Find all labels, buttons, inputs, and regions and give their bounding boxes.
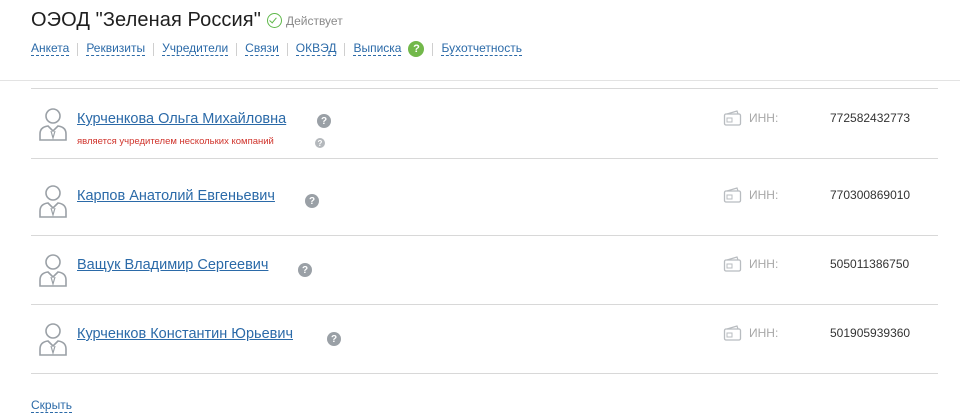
founder-note: является учредителем нескольких компаний <box>77 136 274 147</box>
nav-vypiska[interactable]: Выписка <box>353 42 402 56</box>
founder-name-link[interactable]: Курченков Константин Юрьевич <box>77 326 293 342</box>
list-top-divider <box>31 88 938 89</box>
help-icon[interactable]: ? <box>327 332 341 346</box>
status-text: Действует <box>285 13 343 28</box>
person-icon <box>39 185 67 218</box>
nav-uchrediteli[interactable]: Учредители <box>162 42 229 56</box>
nav-buhotchetnost[interactable]: Бухотчетность <box>441 42 522 56</box>
nav-rekvizity[interactable]: Реквизиты <box>86 42 146 56</box>
help-icon[interactable]: ? <box>315 138 325 148</box>
list-item: Ващук Владимир Сергеевич ? ИНН: 50501138… <box>31 236 938 305</box>
inn-label: ИНН: <box>749 257 779 271</box>
help-icon[interactable]: ? <box>305 194 319 208</box>
nav-divider <box>432 42 434 56</box>
nav-divider <box>153 42 155 56</box>
company-title: ОЭОД "Зеленая Россия" <box>31 8 261 31</box>
id-card-icon <box>723 256 742 272</box>
inn-value: 501905939360 <box>830 326 911 340</box>
person-icon <box>39 108 67 141</box>
founder-name-link[interactable]: Ващук Владимир Сергеевич <box>77 257 268 273</box>
inn-label: ИНН: <box>749 326 779 340</box>
id-card-icon <box>723 325 742 341</box>
nav-anketa[interactable]: Анкета <box>31 42 70 56</box>
nav-svyazi[interactable]: Связи <box>245 42 279 56</box>
person-icon <box>39 323 67 356</box>
person-icon <box>39 254 67 287</box>
status-badge: Действует <box>266 13 343 28</box>
nav-divider <box>344 42 346 56</box>
id-card-icon <box>723 187 742 203</box>
list-item: Курченкова Ольга Михайловна ? является у… <box>31 90 938 159</box>
header-divider <box>0 80 960 81</box>
check-circle-icon <box>266 13 282 28</box>
inn-label: ИНН: <box>749 188 779 202</box>
founder-name-link[interactable]: Карпов Анатолий Евгеньевич <box>77 188 275 204</box>
nav-divider <box>77 42 79 56</box>
page-header: ОЭОД "Зеленая Россия" Действует <box>31 6 343 34</box>
list-item: Карпов Анатолий Евгеньевич ? ИНН: 770300… <box>31 167 938 236</box>
nav-divider <box>286 42 288 56</box>
inn-value: 770300869010 <box>830 188 911 202</box>
inn-value: 772582432773 <box>830 111 911 125</box>
section-nav: Анкета Реквизиты Учредители Связи ОКВЭД … <box>31 41 522 57</box>
inn-value: 505011386750 <box>830 257 910 271</box>
inn-label: ИНН: <box>749 111 779 125</box>
nav-divider <box>236 42 238 56</box>
help-icon[interactable]: ? <box>408 41 425 57</box>
nav-okved[interactable]: ОКВЭД <box>295 42 337 56</box>
id-card-icon <box>723 110 742 126</box>
help-icon[interactable]: ? <box>317 114 331 128</box>
help-icon[interactable]: ? <box>298 263 312 277</box>
list-item: Курченков Константин Юрьевич ? ИНН: 5019… <box>31 305 938 374</box>
founder-name-link[interactable]: Курченкова Ольга Михайловна <box>77 111 286 127</box>
